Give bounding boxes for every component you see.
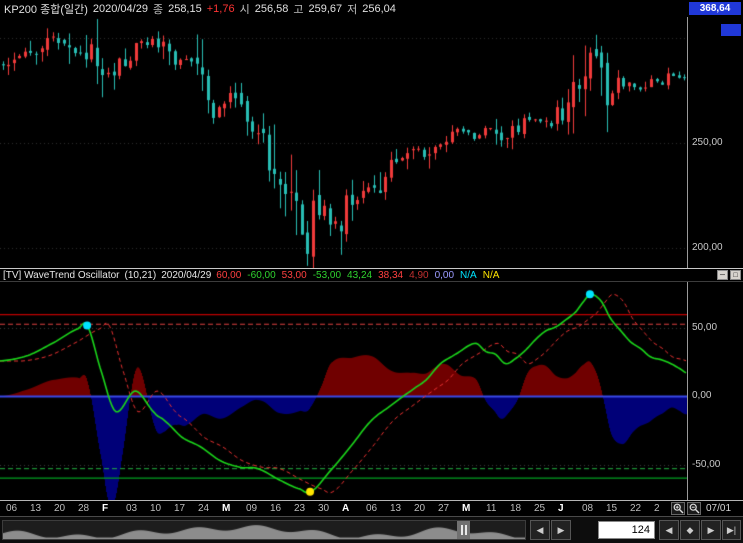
time-axis-label: 13 — [390, 503, 401, 514]
price-axis-marker — [721, 24, 741, 36]
time-axis-label: 13 — [30, 503, 41, 514]
oscillator-value: N/A — [483, 270, 500, 281]
oscillator-date: 2020/04/29 — [161, 270, 211, 281]
quote-date: 2020/04/29 — [93, 3, 148, 15]
oscillator-title: [TV] WaveTrend Oscillator — [3, 270, 120, 281]
panel-minimize-button[interactable]: ─ — [717, 270, 728, 280]
zoom-out-icon[interactable] — [687, 502, 701, 515]
time-axis-label: F — [102, 503, 108, 514]
symbol-name: KP200 종합(일간) — [4, 1, 88, 17]
bottom-toolbar: ◀ ▶ ◀ ◆ ▶ ▶| — [0, 516, 743, 543]
time-axis-label: 08 — [582, 503, 593, 514]
scrollbar-minimap — [3, 521, 525, 539]
time-axis-label: 20 — [54, 503, 65, 514]
chart-scrollbar[interactable] — [2, 520, 526, 540]
page-forward-button[interactable]: ▶ — [701, 520, 721, 540]
page-marker-button[interactable]: ◆ — [680, 520, 700, 540]
oscillator-values: 60,00 -60,00 53,00 -53,00 43,24 38,34 4,90 0,00… — [216, 270, 499, 281]
time-axis-label: M — [462, 503, 470, 514]
oscillator-axis[interactable]: 50,00 0,00 -50,00 — [687, 282, 743, 500]
axis-end-date: 07/01 — [706, 503, 731, 514]
low-value: 256,04 — [362, 3, 396, 15]
time-axis-label: 24 — [198, 503, 209, 514]
time-axis-label: 11 — [486, 503, 496, 514]
time-axis-label: 17 — [174, 503, 185, 514]
oscillator-value: 38,34 — [378, 270, 403, 281]
time-axis-label: 06 — [366, 503, 377, 514]
visible-candle-count-input[interactable] — [598, 521, 655, 539]
scroll-left-button[interactable]: ◀ — [530, 520, 550, 540]
time-axis-label: 22 — [630, 503, 641, 514]
oscillator-value: 53,00 — [282, 270, 307, 281]
low-label: 저 — [347, 1, 357, 17]
zoom-in-icon[interactable] — [671, 502, 685, 515]
time-axis[interactable]: 06 13 20 28 F 03 10 17 24 M 09 16 23 30 A 06 13 20 27 M 11 18… — [0, 500, 743, 516]
page-end-button[interactable]: ▶| — [722, 520, 741, 540]
time-axis-label: 28 — [78, 503, 89, 514]
oscillator-value: -60,00 — [247, 270, 275, 281]
change-value: +1,76 — [207, 3, 235, 15]
time-axis-label: 10 — [150, 503, 161, 514]
page-back-button[interactable]: ◀ — [659, 520, 679, 540]
oscillator-axis-label: -50,00 — [692, 459, 720, 470]
open-value: 256,58 — [255, 3, 289, 15]
time-axis-label: 15 — [606, 503, 617, 514]
oscillator-axis-label: 0,00 — [692, 390, 711, 401]
time-axis-label: 30 — [318, 503, 329, 514]
oscillator-value: 4,90 — [409, 270, 428, 281]
price-axis-label: 250,00 — [692, 137, 723, 148]
open-label: 시 — [240, 1, 250, 17]
oscillator-axis-label: 50,00 — [692, 322, 717, 333]
time-axis-label: 03 — [126, 503, 137, 514]
scroll-right-button[interactable]: ▶ — [551, 520, 571, 540]
time-axis-label: A — [342, 503, 349, 514]
time-axis-label: 09 — [246, 503, 257, 514]
time-axis-label: J — [558, 503, 564, 514]
oscillator-header[interactable]: [TV] WaveTrend Oscillator (10,21) 2020/0… — [0, 268, 743, 282]
time-axis-label: 23 — [294, 503, 305, 514]
panel-maximize-button[interactable]: □ — [730, 270, 741, 280]
oscillator-value: -53,00 — [313, 270, 341, 281]
close-label: 종 — [153, 1, 163, 17]
time-axis-label: 20 — [414, 503, 425, 514]
scrollbar-thumb-grip[interactable] — [457, 521, 470, 539]
time-axis-label: M — [222, 503, 230, 514]
price-axis-label: 200,00 — [692, 242, 723, 253]
oscillator-value: 60,00 — [216, 270, 241, 281]
price-axis[interactable]: 250,00 200,00 — [687, 17, 743, 268]
oscillator-params: (10,21) — [125, 270, 157, 281]
high-label: 고 — [293, 1, 303, 17]
oscillator-value: 43,24 — [347, 270, 372, 281]
time-axis-label: 2 — [654, 503, 660, 514]
chart-title-bar: KP200 종합(일간) 2020/04/29 종 258,15 +1,76 시… — [0, 0, 743, 17]
close-value: 258,15 — [168, 3, 202, 15]
oscillator-value: 0,00 — [435, 270, 454, 281]
panel-window-buttons: ─ □ — [717, 270, 741, 280]
chart-application: KP200 종합(일간) 2020/04/29 종 258,15 +1,76 시… — [0, 0, 743, 543]
time-axis-label: 27 — [438, 503, 449, 514]
time-axis-label: 25 — [534, 503, 545, 514]
high-value: 259,67 — [308, 3, 342, 15]
wavetrend-oscillator-chart[interactable] — [0, 282, 687, 500]
time-axis-label: 06 — [6, 503, 17, 514]
candlestick-chart[interactable] — [0, 17, 687, 268]
oscillator-value: N/A — [460, 270, 477, 281]
time-axis-label: 18 — [510, 503, 521, 514]
time-axis-label: 16 — [270, 503, 281, 514]
price-axis-badge: 368,64 — [689, 2, 741, 15]
